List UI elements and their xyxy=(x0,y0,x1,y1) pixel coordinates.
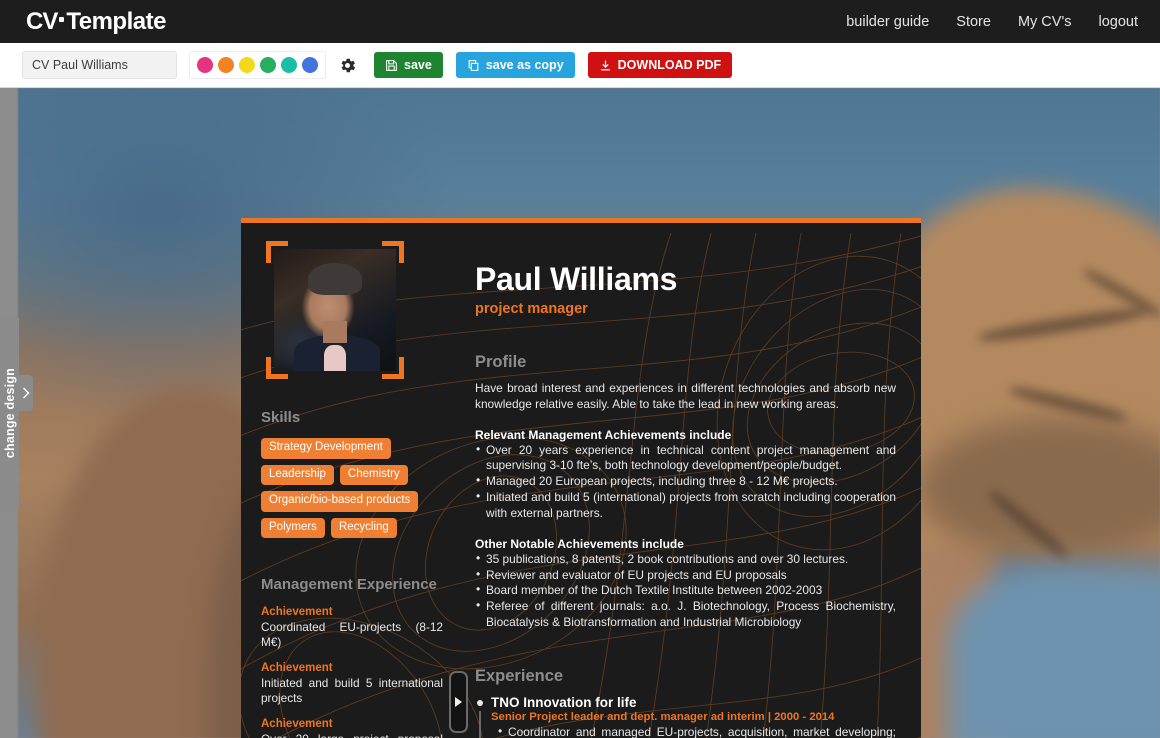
copy-icon xyxy=(468,59,479,71)
app-logo[interactable]: CV Template xyxy=(26,8,166,36)
achievement-item[interactable]: Achievement Coordinated EU-projects (8-1… xyxy=(261,605,443,650)
logo-cv-text: CV xyxy=(26,7,58,35)
other-achievements-heading: Other Notable Achievements include xyxy=(475,536,684,551)
photo-corner-bottom-right-icon xyxy=(382,357,404,379)
skill-tag[interactable]: Organic/bio-based products xyxy=(261,491,419,512)
skill-tag[interactable]: Strategy Development xyxy=(261,438,391,459)
swatch-teal[interactable] xyxy=(281,57,297,73)
skill-tag[interactable]: Polymers xyxy=(261,517,325,538)
achievement-description: Over 20 large project proposal initiativ… xyxy=(261,732,443,738)
floppy-disk-icon xyxy=(386,59,397,71)
avatar[interactable] xyxy=(266,241,404,379)
logo-template-text: Template xyxy=(66,7,166,35)
swatch-pink[interactable] xyxy=(197,57,213,73)
color-swatch-group xyxy=(189,51,326,79)
gear-icon[interactable] xyxy=(337,55,357,75)
experience-company: TNO Innovation for life xyxy=(491,694,637,710)
editor-toolbar: save save as copy DOWNLOAD PDF xyxy=(0,43,1160,88)
logo-dot-icon xyxy=(59,16,65,22)
other-achievements-list: 35 publications, 8 patents, 2 book contr… xyxy=(475,551,896,631)
chevron-right-icon xyxy=(23,387,30,399)
experience-role-dates: Senior Project leader and dept. manager … xyxy=(491,710,835,723)
change-design-label: change design xyxy=(2,367,17,459)
achievement-description: Initiated and build 5 international proj… xyxy=(261,676,443,706)
list-item[interactable]: Reviewer and evaluator of EU projects an… xyxy=(475,567,896,584)
nav-link-store[interactable]: Store xyxy=(956,14,991,30)
profile-text[interactable]: Have broad interest and experiences in d… xyxy=(475,381,896,413)
save-as-copy-label: save as copy xyxy=(485,58,564,72)
experience-heading: Experience xyxy=(475,666,564,685)
nav-link-builder-guide[interactable]: builder guide xyxy=(846,14,929,30)
photo-corner-top-left-icon xyxy=(266,241,288,263)
nav-link-my-cvs[interactable]: My CV's xyxy=(1018,14,1072,30)
sidebar-resize-handle[interactable] xyxy=(449,671,468,733)
list-item[interactable]: Over 20 years experience in technical co… xyxy=(475,442,896,475)
cv-main-column: Paul Williams project manager Profile Ha… xyxy=(463,223,921,738)
job-title[interactable]: project manager xyxy=(475,301,896,317)
achievement-title: Achievement xyxy=(261,606,333,618)
list-item[interactable]: Initiated and build 5 (international) pr… xyxy=(475,489,896,522)
skill-tag[interactable]: Chemistry xyxy=(339,464,408,485)
cv-name-input[interactable] xyxy=(22,51,177,79)
skills-tag-list: Strategy Development Leadership Chemistr… xyxy=(261,438,443,538)
swatch-green[interactable] xyxy=(260,57,276,73)
skills-heading: Skills xyxy=(261,409,301,426)
swatch-orange[interactable] xyxy=(218,57,234,73)
list-item[interactable]: Coordinator and managed EU-projects, acq… xyxy=(497,724,896,738)
list-item[interactable]: 35 publications, 8 patents, 2 book contr… xyxy=(475,551,896,568)
list-item[interactable]: Board member of the Dutch Textile Instit… xyxy=(475,582,896,599)
change-design-expand-button[interactable] xyxy=(19,375,33,411)
download-icon xyxy=(600,60,610,70)
cv-sidebar-column: Skills Strategy Development Leadership C… xyxy=(241,223,463,738)
nav-link-logout[interactable]: logout xyxy=(1098,14,1138,30)
top-navigation-bar: CV Template builder guide Store My CV's l… xyxy=(0,0,1160,43)
achievement-title: Achievement xyxy=(261,718,333,731)
achievement-item[interactable]: Achievement Initiated and build 5 intern… xyxy=(261,661,443,706)
cv-document[interactable]: Skills Strategy Development Leadership C… xyxy=(241,218,921,738)
experience-bullet-list: Coordinator and managed EU-projects, acq… xyxy=(491,724,896,738)
swatch-yellow[interactable] xyxy=(239,57,255,73)
page-title[interactable]: Paul Williams xyxy=(475,261,896,298)
skill-tag[interactable]: Leadership xyxy=(261,464,334,485)
list-item[interactable]: Managed 20 European projects, including … xyxy=(475,473,896,490)
photo-corner-top-right-icon xyxy=(382,241,404,263)
profile-heading: Profile xyxy=(475,353,527,371)
photo-corner-bottom-left-icon xyxy=(266,357,288,379)
achievement-title: Achievement xyxy=(261,662,333,675)
change-design-tab[interactable]: change design xyxy=(0,318,19,508)
nav-links: builder guide Store My CV's logout xyxy=(846,14,1138,30)
save-as-copy-button[interactable]: save as copy xyxy=(455,52,575,78)
download-pdf-button[interactable]: DOWNLOAD PDF xyxy=(587,52,733,78)
save-button[interactable]: save xyxy=(374,52,443,78)
swatch-blue[interactable] xyxy=(302,57,318,73)
relevant-achievements-heading: Relevant Management Achievements include xyxy=(475,427,732,442)
download-pdf-label: DOWNLOAD PDF xyxy=(617,58,722,72)
cv-canvas: Skills Strategy Development Leadership C… xyxy=(0,88,1160,738)
profile-photo xyxy=(274,249,396,371)
achievement-item[interactable]: Achievement Over 20 large project propos… xyxy=(261,717,443,738)
chevron-right-icon xyxy=(455,697,462,707)
experience-entry[interactable]: TNO Innovation for life Senior Project l… xyxy=(475,695,896,738)
management-experience-heading: Management Experience xyxy=(261,576,437,593)
save-button-label: save xyxy=(404,58,432,72)
achievement-description: Coordinated EU-projects (8-12 M€) xyxy=(261,619,443,650)
relevant-achievements-list: Over 20 years experience in technical co… xyxy=(475,442,896,522)
list-item[interactable]: Referee of different journals: a.o. J. B… xyxy=(475,598,896,631)
skill-tag[interactable]: Recycling xyxy=(330,517,397,538)
